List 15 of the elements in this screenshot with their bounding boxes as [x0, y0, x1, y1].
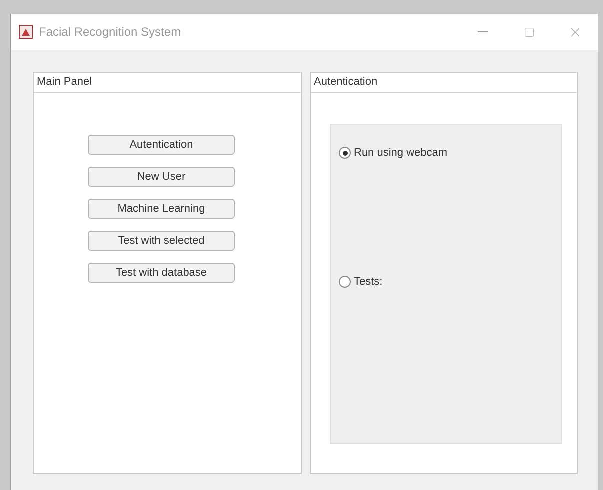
app-icon — [19, 25, 33, 39]
maximize-icon — [524, 26, 534, 38]
panel-header: Main Panel — [34, 73, 301, 93]
radio-option[interactable]: Run using webcam — [339, 145, 561, 162]
radio-option[interactable]: Tests: — [339, 274, 561, 290]
menu-button[interactable]: Autentication — [88, 135, 235, 155]
radio-button[interactable] — [339, 147, 351, 160]
window-title: Facial Recognition System — [39, 24, 182, 41]
menu-button[interactable]: Test with selected — [88, 231, 235, 251]
radio-button[interactable] — [339, 276, 351, 288]
menu-button[interactable]: Machine Learning — [88, 199, 235, 219]
panel-header: Autentication — [311, 73, 577, 93]
menu-button[interactable]: Test with database — [88, 263, 235, 283]
menu-button[interactable]: New User — [88, 167, 235, 187]
minimize-icon — [478, 31, 488, 33]
